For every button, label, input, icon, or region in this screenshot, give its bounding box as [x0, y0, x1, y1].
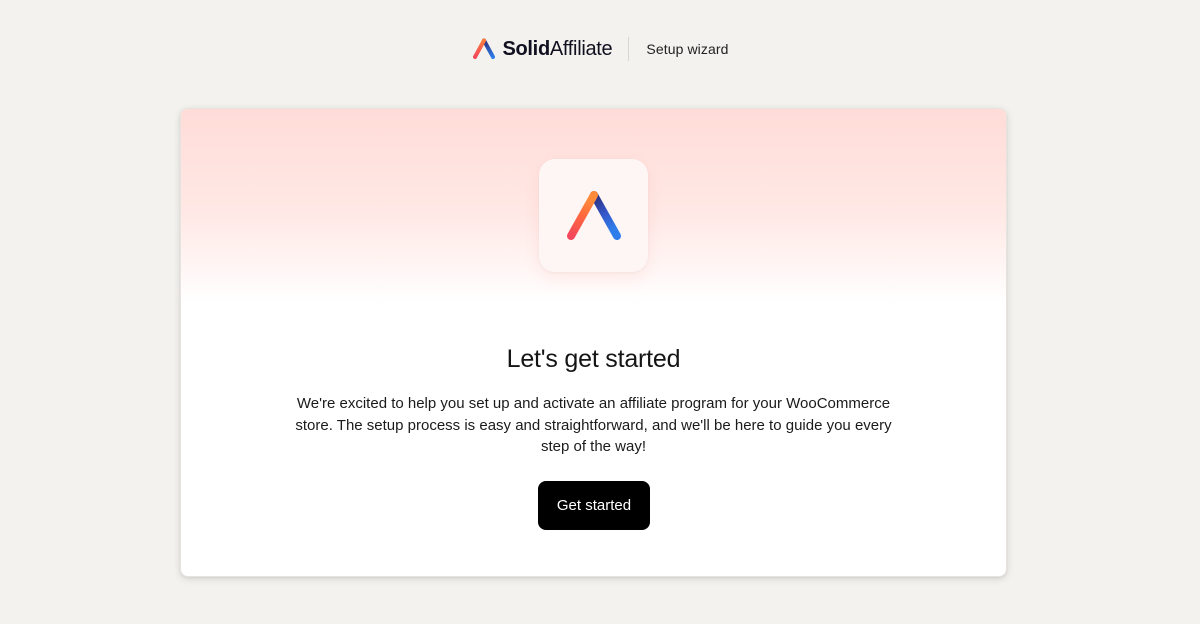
welcome-card: Let's get started We're excited to help … [180, 108, 1007, 577]
logo-tile [539, 159, 648, 272]
top-header: SolidAffiliate Setup wizard [0, 30, 1200, 68]
intro-description: We're excited to help you set up and act… [295, 395, 892, 455]
page-title: Let's get started [506, 345, 681, 373]
brand-name: SolidAffiliate [502, 39, 612, 59]
brand[interactable]: SolidAffiliate [471, 30, 613, 68]
get-started-button[interactable]: Get started [538, 481, 650, 530]
header-divider [628, 37, 630, 61]
solid-affiliate-logo-icon [473, 38, 496, 59]
setup-wizard-label: Setup wizard [646, 41, 729, 57]
solid-affiliate-logo-icon [566, 190, 621, 240]
brand-name-light: Affiliate [549, 38, 613, 60]
card-hero-banner [181, 109, 1006, 304]
brand-name-strong: Solid [502, 38, 550, 60]
